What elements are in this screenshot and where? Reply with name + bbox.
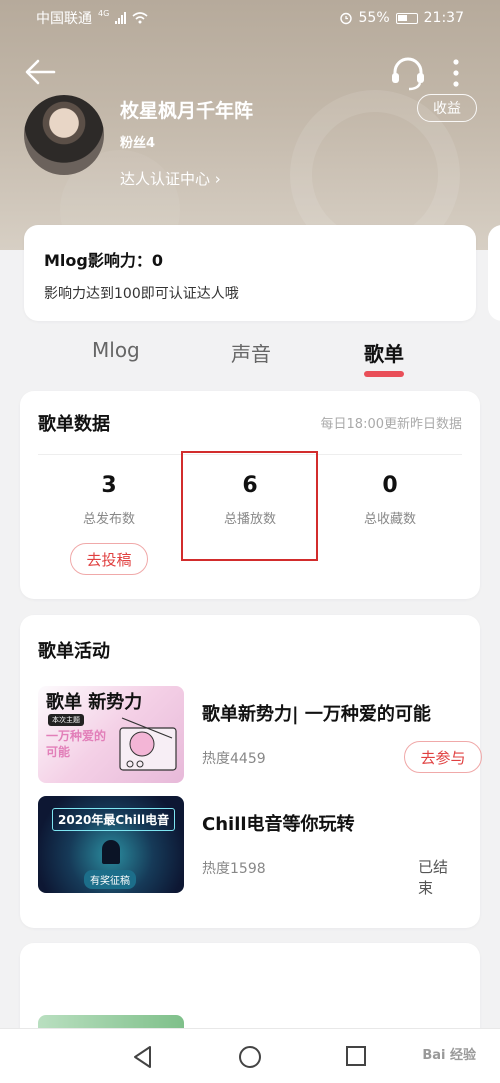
- stat-published: 3 总发布数: [39, 473, 179, 527]
- active-tab-indicator: [364, 371, 404, 377]
- stat-value: 0: [382, 473, 398, 498]
- influence-title: Mlog影响力：0: [44, 251, 163, 270]
- income-button[interactable]: 收益: [417, 94, 477, 122]
- app-bar: [0, 50, 500, 94]
- fans-count: 粉丝4: [120, 136, 156, 151]
- network-label: 4G: [98, 8, 110, 18]
- stat-value: 3: [101, 473, 117, 498]
- activity-heat: 热度1598: [202, 861, 266, 877]
- activity-name: 歌单新势力| 一万种爱的可能: [202, 704, 431, 725]
- annotation-highlight-box: [181, 451, 318, 561]
- clock: 21:37: [423, 10, 464, 26]
- activity-heat: 热度4459: [202, 751, 266, 767]
- stat-favorites: 0 总收藏数: [320, 473, 460, 527]
- next-card-peek: [488, 225, 500, 321]
- playlist-activities-card: 歌单活动 歌单 新势力 本次主题 一万种爱的可能 歌单新势力| 一万种爱的可能 …: [20, 615, 482, 928]
- content-tabs: Mlog 声音 歌单: [0, 338, 500, 378]
- tab-playlist[interactable]: 歌单: [364, 338, 404, 377]
- back-button[interactable]: [22, 56, 58, 88]
- thumb-person-silhouette: [102, 840, 120, 864]
- more-options-button[interactable]: [444, 56, 468, 90]
- tab-mlog[interactable]: Mlog: [92, 338, 140, 362]
- thumb-badge: 本次主题: [48, 714, 84, 726]
- activity-name: Chill电音等你玩转: [202, 814, 355, 835]
- headset-icon: [392, 57, 424, 91]
- turntable-illustration: [119, 717, 177, 771]
- submit-button[interactable]: 去投稿: [70, 543, 148, 575]
- signal-icon: [115, 12, 127, 24]
- user-nickname: 枚星枫月千年阵: [120, 100, 254, 120]
- thumb-subtitle: 一万种爱的可能: [46, 729, 107, 759]
- arrow-left-icon: [25, 59, 56, 85]
- influence-hint: 影响力达到100即可认证达人哦: [44, 286, 239, 302]
- thumb-badge: 有奖征稿: [84, 870, 136, 889]
- nav-back-icon[interactable]: [132, 1045, 154, 1069]
- stat-label: 总发布数: [82, 512, 135, 527]
- activities-title: 歌单活动: [38, 641, 110, 662]
- activity-item[interactable]: 歌单 新势力 本次主题 一万种爱的可能 歌单新势力| 一万种爱的可能 热度445…: [38, 686, 482, 783]
- activity-item[interactable]: 2020年最Chill电音 有奖征稿 Chill电音等你玩转 热度1598 已结…: [38, 796, 462, 897]
- tab-playlist-label: 歌单: [364, 342, 404, 366]
- alarm-icon: [339, 12, 352, 25]
- influence-card: Mlog影响力：0 影响力达到100即可认证达人哦: [24, 225, 476, 321]
- join-activity-button[interactable]: 去参与: [404, 741, 482, 773]
- tab-sound[interactable]: 声音: [231, 338, 271, 367]
- activity-thumbnail: 歌单 新势力 本次主题 一万种爱的可能: [38, 686, 184, 783]
- battery-percent: 55%: [358, 10, 390, 26]
- carrier-label: 中国联通: [36, 11, 92, 27]
- talent-certification-link[interactable]: 达人认证中心 ›: [120, 168, 221, 189]
- stat-label: 总收藏数: [363, 512, 416, 527]
- status-bar: 中国联通 4G 55% 21:37: [0, 0, 500, 36]
- update-note: 每日18:00更新昨日数据: [320, 417, 462, 432]
- nav-home-icon[interactable]: [238, 1045, 262, 1069]
- wifi-icon: [132, 12, 148, 24]
- playlist-data-title: 歌单数据: [38, 413, 110, 435]
- battery-icon: [395, 12, 418, 24]
- more-vertical-icon: [453, 59, 459, 87]
- avatar[interactable]: [24, 95, 104, 175]
- thumb-title: 2020年最Chill电音: [52, 808, 176, 831]
- activity-status: 已结束: [418, 858, 449, 897]
- customer-service-button[interactable]: [388, 54, 428, 92]
- activity-thumbnail: 2020年最Chill电音 有奖征稿: [38, 796, 184, 893]
- nav-recents-icon[interactable]: [345, 1045, 367, 1067]
- watermark: Bai 经验: [422, 1048, 476, 1063]
